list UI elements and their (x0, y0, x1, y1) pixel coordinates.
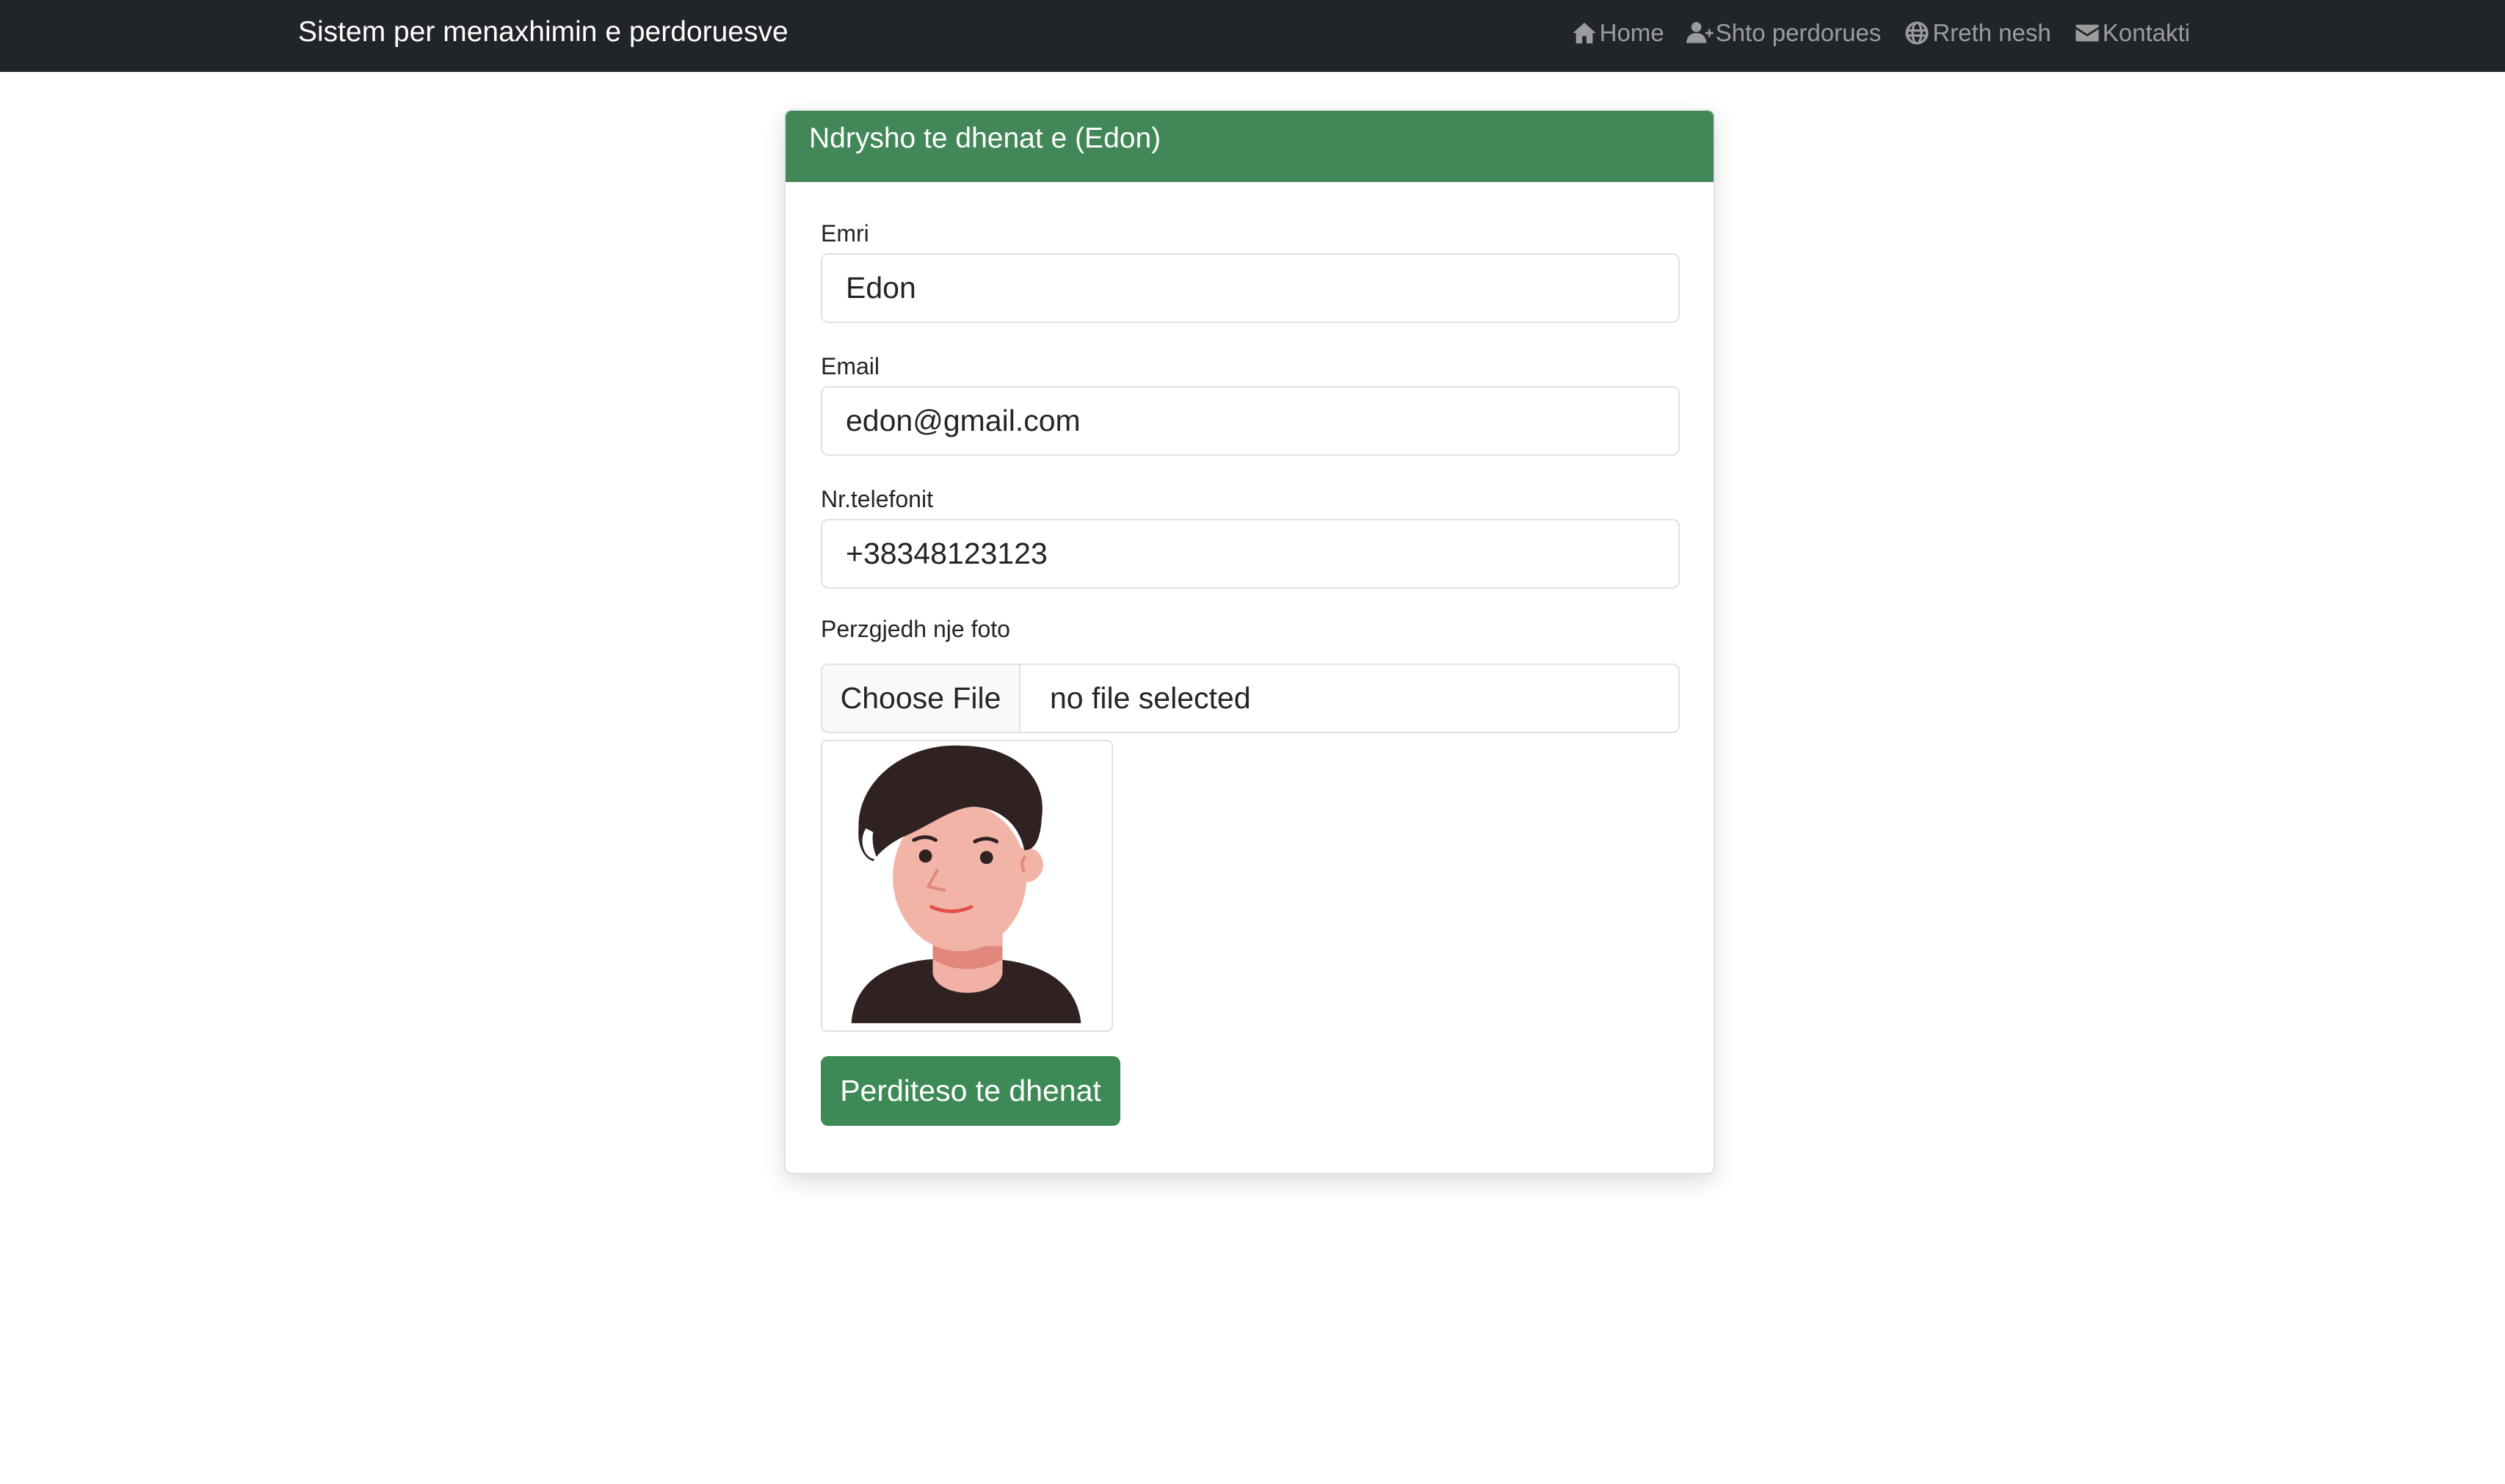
top-navbar: Sistem per menaxhimin e perdoruesve Home… (0, 0, 2505, 72)
nav-links: Home Shto perdorues Rreth nesh Kontakti (1570, 16, 2190, 50)
photo-file-input[interactable]: Choose File no file selected (821, 663, 1680, 733)
avatar-preview (821, 740, 1113, 1032)
brand-title[interactable]: Sistem per menaxhimin e perdoruesve (298, 15, 789, 49)
name-group: Emri (821, 221, 1680, 323)
email-input[interactable] (821, 386, 1680, 456)
update-button[interactable]: Perditeso te dhenat (821, 1056, 1120, 1126)
phone-input[interactable] (821, 519, 1680, 589)
edit-user-card: Ndrysho te dhenat e (Edon) Emri Email Nr… (784, 109, 1715, 1174)
name-label: Emri (821, 220, 869, 247)
email-label: Email (821, 353, 880, 379)
nav-link-about[interactable]: Rreth nesh (1903, 19, 2051, 47)
nav-link-add-user-label: Shto perdorues (1715, 19, 1882, 46)
nav-link-contact-label: Kontakti (2102, 19, 2190, 46)
phone-group: Nr.telefonit (821, 487, 1680, 589)
user-plus-icon (1686, 22, 1714, 43)
envelope-icon (2076, 24, 2099, 42)
phone-label: Nr.telefonit (821, 486, 933, 512)
email-group: Email (821, 354, 1680, 456)
nav-link-home[interactable]: Home (1570, 19, 1664, 47)
avatar-image (822, 741, 1112, 1030)
nav-link-about-label: Rreth nesh (1932, 19, 2051, 46)
file-status: no file selected (1050, 681, 1251, 715)
name-input[interactable] (821, 253, 1680, 323)
photo-label: Perzgjedh nje foto (821, 616, 1010, 642)
nav-link-add-user[interactable]: Shto perdorues (1686, 19, 1882, 47)
nav-link-contact[interactable]: Kontakti (2073, 19, 2190, 47)
globe-icon (1905, 21, 1929, 45)
nav-link-home-label: Home (1599, 19, 1664, 46)
edit-user-form: Emri Email Nr.telefonit Perzgjedh nje fo… (821, 221, 1680, 1126)
home-icon (1573, 22, 1596, 44)
card-title: Ndrysho te dhenat e (Edon) (786, 111, 1714, 182)
choose-file-button[interactable]: Choose File (822, 665, 1021, 732)
